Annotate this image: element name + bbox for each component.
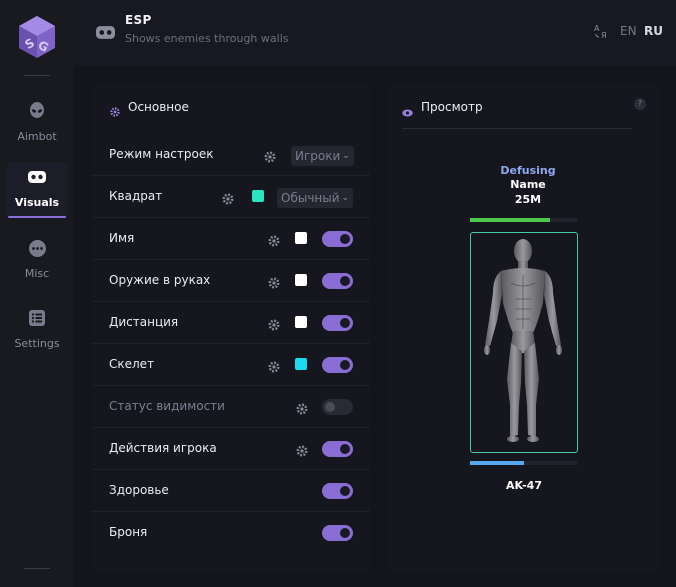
translate-icon[interactable]: AЯ [594,23,610,43]
esp-box [470,232,578,453]
health-bar-fill [470,218,551,222]
sidebar-divider [24,75,50,76]
preview-distance-label: 25M [514,193,542,206]
chevron-down-icon: ⌄ [341,193,350,203]
setting-row-weapon: Оружие в руках [92,260,370,302]
help-icon[interactable]: ? [634,98,646,110]
health-toggle[interactable] [322,483,353,499]
setting-label: Дистанция [109,315,179,329]
gear-icon[interactable] [268,316,280,335]
color-swatch[interactable] [295,316,307,328]
setting-label: Квадрат [109,189,163,203]
color-swatch[interactable] [295,358,307,370]
setting-row-box: Квадрат Обычный ⌄ [92,176,370,218]
setting-label: Здоровье [109,483,169,497]
setting-label: Имя [109,231,135,245]
gear-icon[interactable] [296,400,308,419]
armor-bar [470,461,577,465]
setting-row-distance: Дистанция [92,302,370,344]
sidebar-divider [24,568,50,569]
preview-panel: Просмотр ? Defusing Name 25M AK-47 [388,84,662,572]
mask-icon [28,168,46,186]
sidebar-item-misc[interactable]: Misc [6,233,68,289]
box-style-select[interactable]: Обычный ⌄ [277,188,354,208]
setting-row-armor: Броня [92,512,370,554]
mask-icon [96,24,115,43]
setting-row-name: Имя [92,218,370,260]
svg-text:Я: Я [601,31,607,39]
gear-icon[interactable] [222,190,234,209]
dots-icon [28,239,46,257]
setting-row-visibility: Статус видимости [92,386,370,428]
app-logo-icon: S G [19,16,55,58]
setting-row-actions: Действия игрока [92,428,370,470]
sidebar-item-settings[interactable]: Settings [6,303,68,359]
setting-label: Броня [109,525,148,539]
armor-bar-fill [470,461,524,465]
mode-select[interactable]: Игроки ⌄ [291,146,354,166]
panel-divider [402,128,632,129]
gear-icon [110,102,120,121]
actions-toggle[interactable] [322,441,353,457]
gear-icon[interactable] [268,232,280,251]
sidebar-item-label: Visuals [14,196,60,209]
setting-label: Режим настроек [109,147,214,161]
name-toggle[interactable] [322,231,353,247]
language-ru-button[interactable]: RU [644,24,663,38]
sidebar-item-visuals[interactable]: Visuals [6,162,68,218]
mode-select-value: Игроки [295,149,341,163]
page-subtitle: Shows enemies through walls [125,32,289,45]
sidebar-item-label: Aimbot [17,130,57,143]
color-swatch[interactable] [252,190,264,202]
sidebar: S G Aimbot Visuals Misc Settings [0,0,74,587]
gear-icon[interactable] [264,148,276,167]
box-style-select-value: Обычный [281,191,340,205]
setting-label: Оружие в руках [109,273,211,287]
armor-toggle[interactable] [322,525,353,541]
color-swatch[interactable] [295,274,307,286]
gear-icon[interactable] [296,442,308,461]
header: ESP Shows enemies through walls AЯ EN RU [74,0,676,66]
panel-title: Основное [128,100,189,114]
alien-icon [28,102,46,120]
list-icon [28,309,46,327]
svg-text:A: A [594,24,600,33]
sidebar-item-label: Settings [14,337,60,350]
weapon-toggle[interactable] [322,273,353,289]
setting-row-skeleton: Скелет [92,344,370,386]
health-bar [470,218,577,222]
settings-panel: Основное Режим настроек Игроки ⌄ Квадрат… [92,84,370,572]
eye-icon [402,102,413,121]
sidebar-item-label: Misc [24,267,50,280]
gear-icon[interactable] [268,274,280,293]
distance-toggle[interactable] [322,315,353,331]
sidebar-item-aimbot[interactable]: Aimbot [6,96,68,152]
preview-status-label: Defusing [500,164,556,177]
player-model-figure [484,239,562,442]
page-title: ESP [125,13,152,27]
preview-name-label: Name [510,178,546,191]
language-en-button[interactable]: EN [620,24,637,38]
color-swatch[interactable] [295,232,307,244]
preview-weapon-label: AK-47 [506,479,542,492]
setting-row-mode: Режим настроек Игроки ⌄ [92,134,370,176]
setting-row-health: Здоровье [92,470,370,512]
visibility-toggle[interactable] [322,399,353,415]
panel-title: Просмотр [421,100,483,114]
skeleton-toggle[interactable] [322,357,353,373]
setting-label: Скелет [109,357,155,371]
gear-icon[interactable] [268,358,280,377]
setting-label: Действия игрока [109,441,217,455]
setting-label: Статус видимости [109,399,225,413]
chevron-down-icon: ⌄ [342,151,350,161]
